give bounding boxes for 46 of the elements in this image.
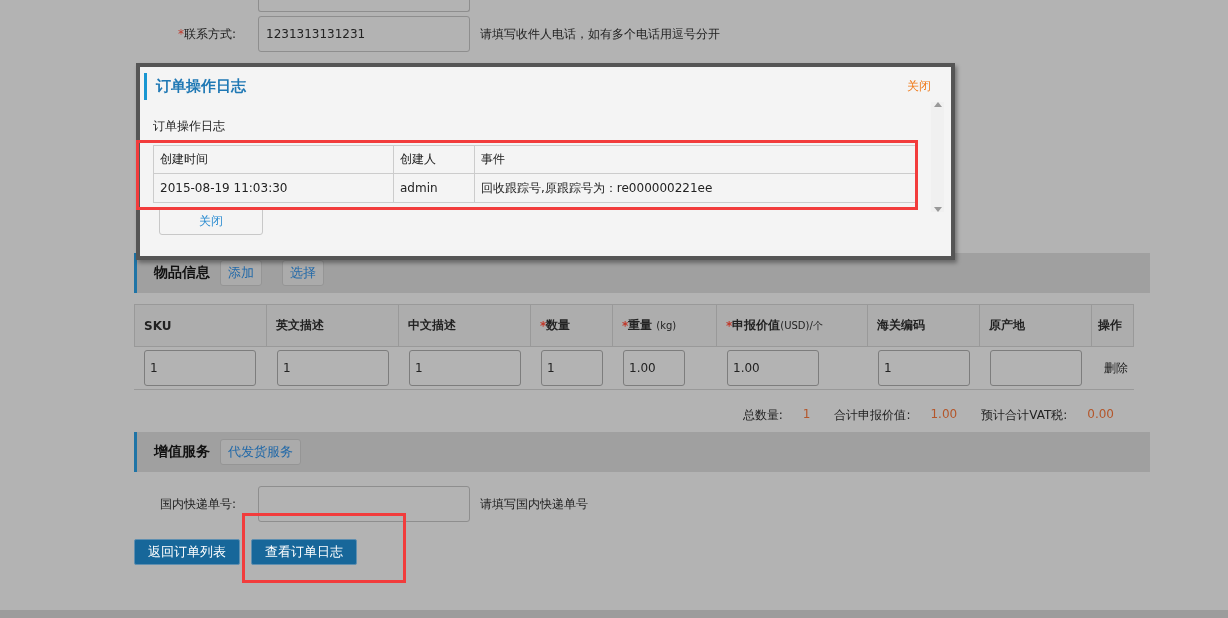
table-cell-text: 回收跟踪号,原跟踪号为：re000000221ee bbox=[480, 179, 714, 197]
input-field[interactable] bbox=[258, 486, 470, 522]
field-hint: 请填写收件人电话，如有多个电话用逗号分开 bbox=[480, 25, 720, 43]
field-label: 国内快递单号: bbox=[158, 495, 236, 513]
input-field[interactable] bbox=[990, 350, 1082, 386]
column-header: SKU bbox=[134, 304, 267, 347]
scroll-up-icon[interactable] bbox=[933, 102, 942, 107]
table-cell: admin bbox=[394, 174, 475, 202]
input-field[interactable]: 1.00 bbox=[727, 350, 819, 386]
total-value: 0.00 bbox=[1087, 407, 1114, 423]
action-button[interactable]: 返回订单列表 bbox=[134, 539, 240, 565]
section-title: 物品信息 bbox=[154, 264, 210, 282]
total-label: 总数量: bbox=[742, 407, 783, 424]
input-field[interactable] bbox=[258, 0, 470, 12]
log-subtitle: 订单操作日志 bbox=[153, 118, 225, 135]
column-header: 操作 bbox=[1092, 304, 1134, 347]
field-label: *联系方式: bbox=[176, 25, 236, 43]
column-header: 原产地 bbox=[980, 304, 1092, 347]
input-field[interactable]: 1231313131231 bbox=[258, 16, 470, 52]
column-header: 中文描述 bbox=[399, 304, 531, 347]
column-header: *重量 (kg) bbox=[613, 304, 717, 347]
input-field[interactable]: 1 bbox=[878, 350, 970, 386]
column-header: *数量 bbox=[531, 304, 613, 347]
table-cell: 2015-08-19 11:03:30 bbox=[154, 174, 394, 202]
input-field[interactable]: 1 bbox=[541, 350, 603, 386]
field-hint: 请填写国内快递单号 bbox=[480, 495, 588, 513]
total-label: 预计合计VAT税: bbox=[981, 407, 1068, 424]
input-field[interactable]: 1 bbox=[144, 350, 256, 386]
column-header: 海关编码 bbox=[868, 304, 980, 347]
total-value: 1 bbox=[802, 407, 811, 423]
scroll-down-icon[interactable] bbox=[933, 207, 942, 212]
column-header: 事件 bbox=[475, 146, 918, 174]
delete-link[interactable]: 删除 bbox=[1104, 359, 1128, 377]
dialog-title: 订单操作日志 bbox=[144, 73, 246, 100]
section-title: 增值服务 bbox=[154, 443, 210, 461]
total-value: 1.00 bbox=[930, 407, 958, 423]
column-header: 英文描述 bbox=[267, 304, 399, 347]
scrollbar[interactable] bbox=[931, 102, 944, 212]
input-field[interactable]: 1 bbox=[277, 350, 389, 386]
column-header: *申报价值(USD)/个 bbox=[717, 304, 868, 347]
total-label: 合计申报价值: bbox=[834, 407, 911, 424]
input-field[interactable]: 1.00 bbox=[623, 350, 685, 386]
column-header: 创建人 bbox=[394, 146, 475, 174]
input-field[interactable]: 1 bbox=[409, 350, 521, 386]
column-header: 创建时间 bbox=[154, 146, 394, 174]
action-button[interactable]: 查看订单日志 bbox=[251, 539, 357, 565]
